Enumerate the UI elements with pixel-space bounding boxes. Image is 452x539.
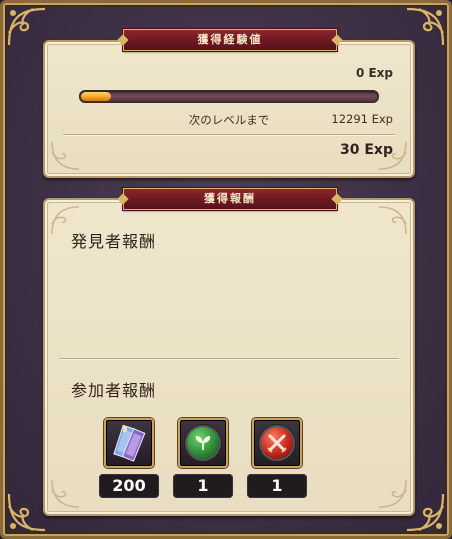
- panel-corner-ornament-icon: [49, 138, 83, 172]
- panel-corner-ornament-icon: [49, 476, 83, 510]
- reward-count: 200: [99, 474, 159, 498]
- gained-exp-text: 30 Exp: [340, 142, 393, 158]
- ticket-bundle-icon: [104, 418, 154, 468]
- divider: [63, 134, 395, 135]
- exp-banner: 獲得経験値: [123, 29, 337, 51]
- divider: [59, 358, 399, 359]
- panel-corner-ornament-icon: [375, 204, 409, 238]
- reward-banner: 獲得報酬: [123, 188, 337, 210]
- exp-progress-fill: [81, 92, 111, 101]
- green-sprout-orb-icon: [178, 418, 228, 468]
- reward-item[interactable]: 1: [247, 418, 307, 498]
- participant-reward-title: 参加者報酬: [71, 381, 157, 400]
- reward-item[interactable]: 1: [173, 418, 233, 498]
- reward-count: 1: [173, 474, 233, 498]
- exp-panel: 0 Exp 次のレベルまで 12291 Exp 30 Exp: [43, 40, 415, 178]
- reward-item[interactable]: 200: [99, 418, 159, 498]
- panel-corner-ornament-icon: [375, 476, 409, 510]
- result-window: 0 Exp 次のレベルまで 12291 Exp 30 Exp 獲得経験値 発見者…: [0, 0, 452, 539]
- reward-count: 1: [247, 474, 307, 498]
- reward-panel: 発見者報酬 参加者報酬 200 1 1: [43, 198, 415, 516]
- red-crossed-swords-orb-icon: [252, 418, 302, 468]
- discoverer-reward-title: 発見者報酬: [71, 232, 157, 251]
- current-exp-text: 0 Exp: [355, 66, 393, 80]
- exp-progress-bar: [79, 90, 379, 103]
- next-level-value: 12291 Exp: [331, 112, 393, 126]
